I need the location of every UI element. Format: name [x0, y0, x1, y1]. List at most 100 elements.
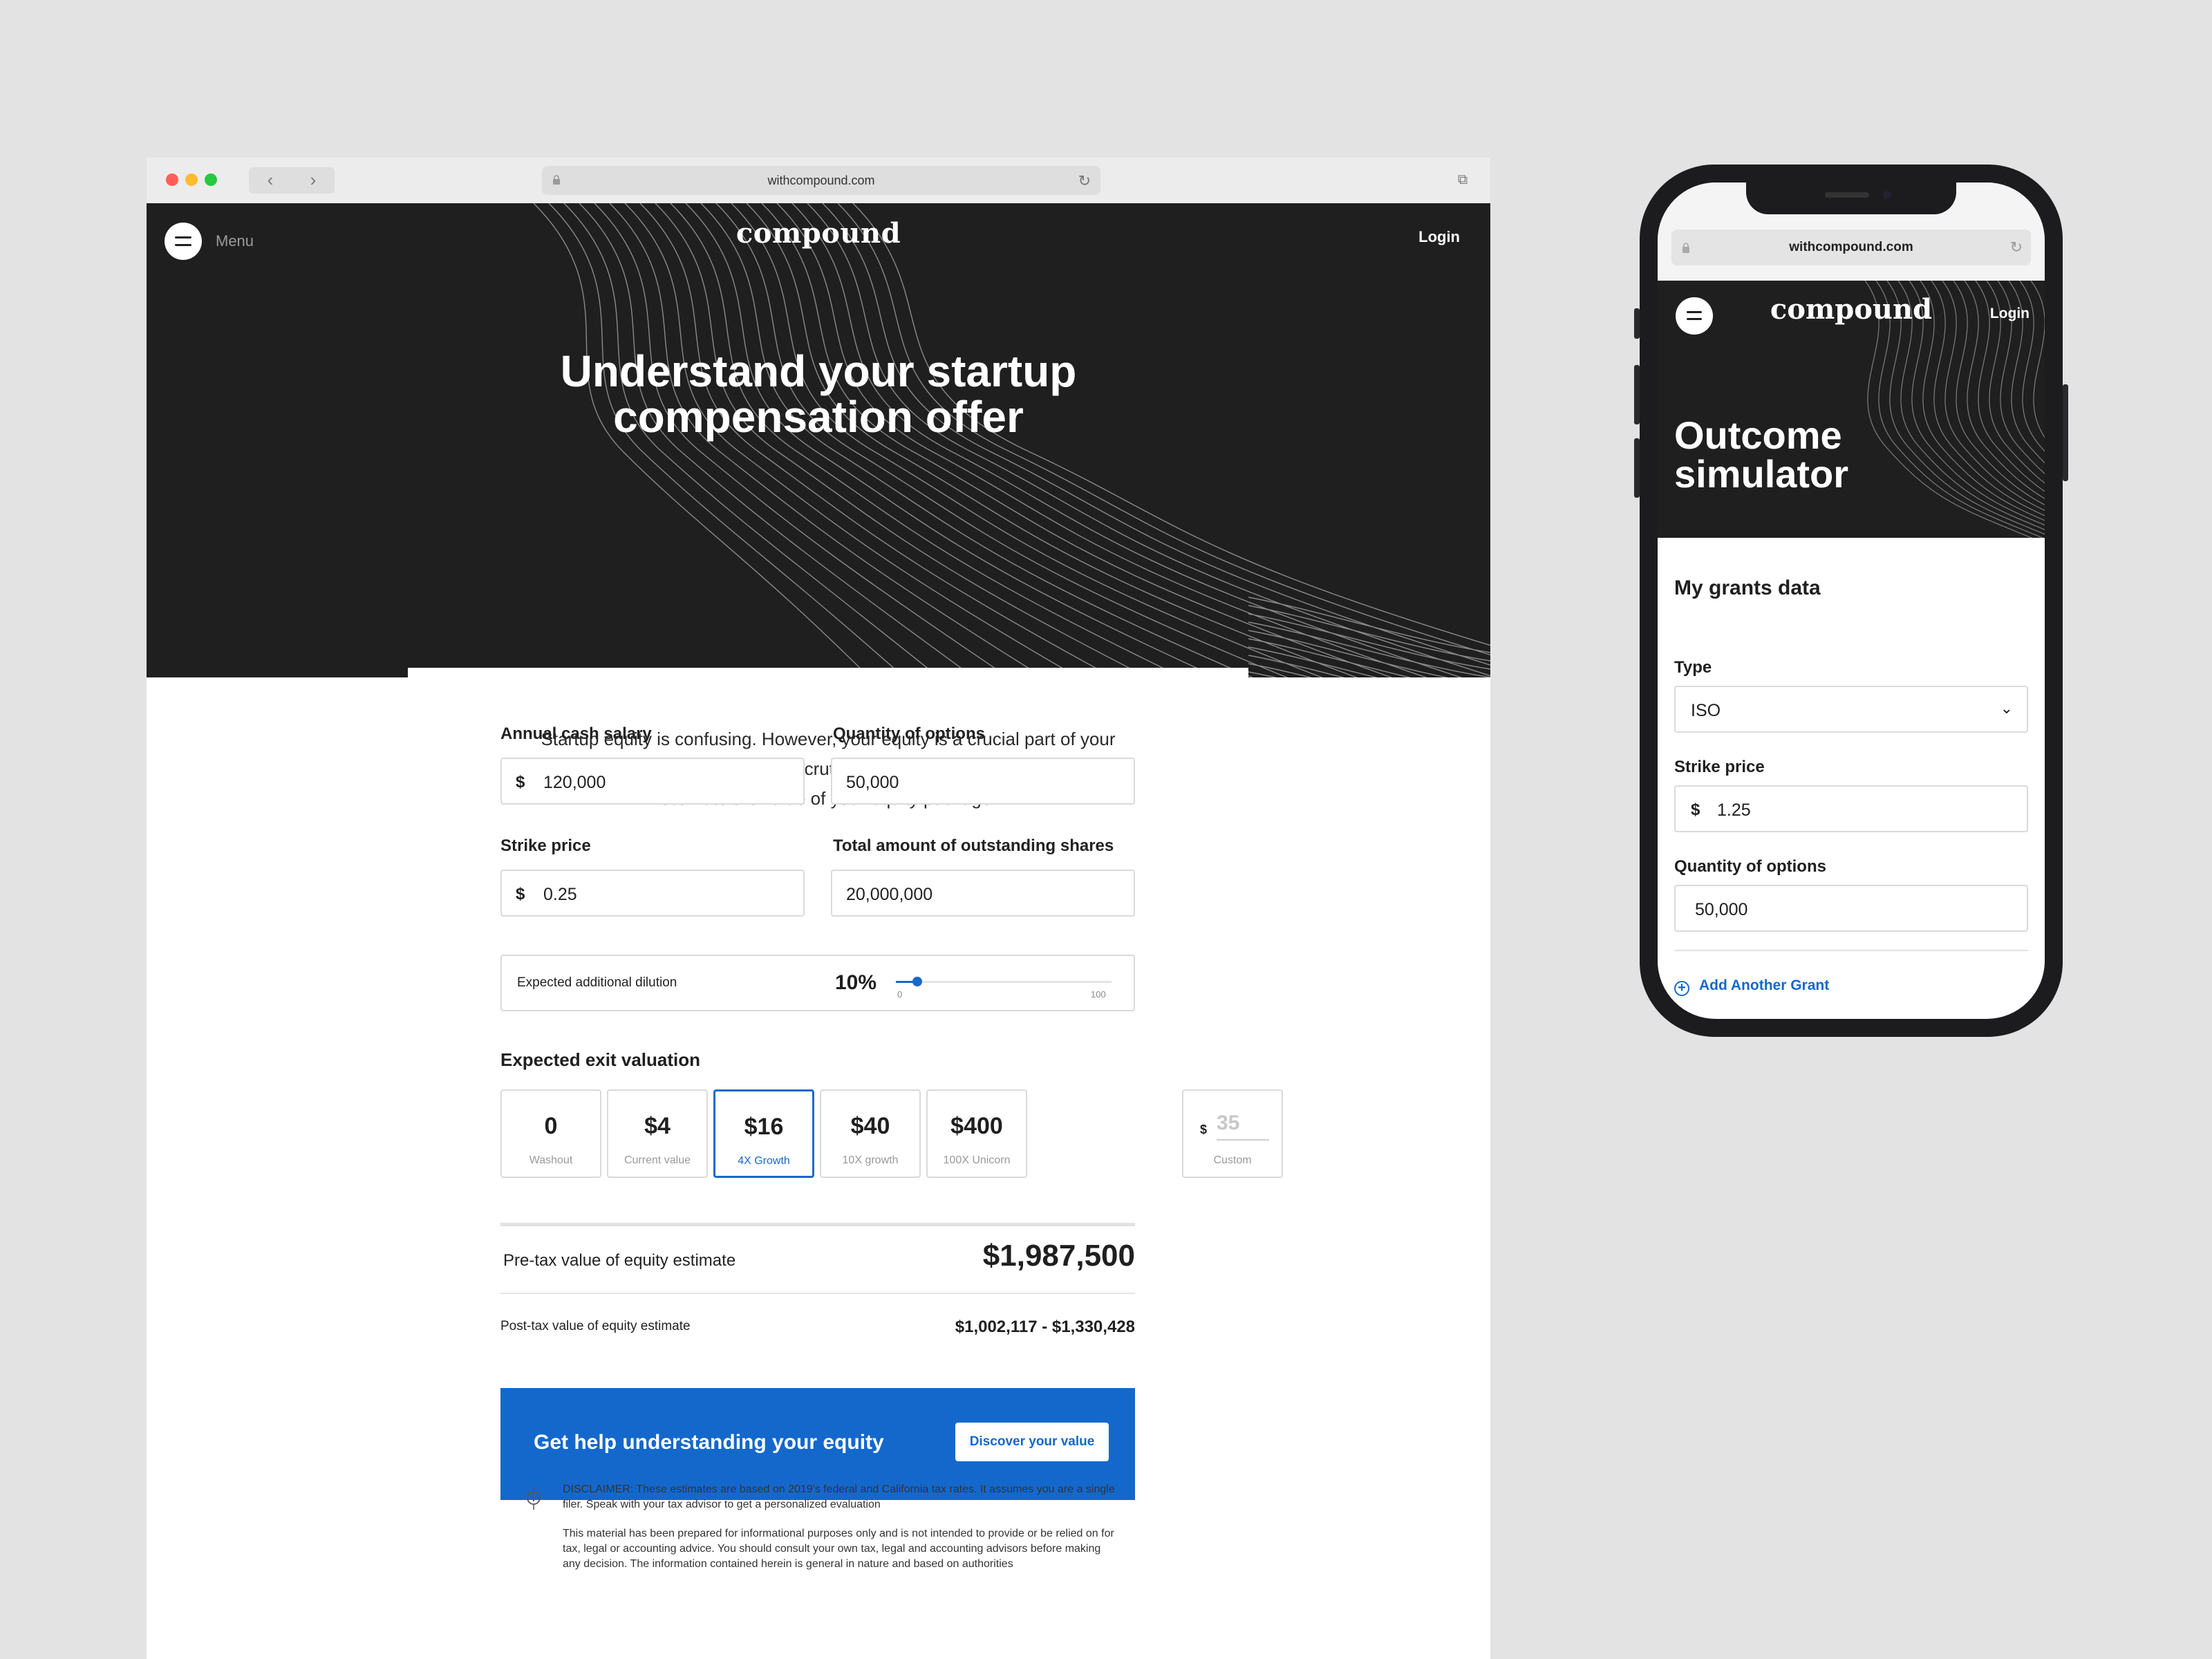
options-label: Quantity of options	[833, 724, 985, 743]
close-window-button[interactable]	[166, 174, 178, 186]
grants-section-title: My grants data	[1674, 577, 1821, 599]
currency-symbol: $	[1691, 800, 1700, 819]
phone-power-button	[2063, 384, 2068, 481]
phone-volume-up	[1634, 365, 1640, 424]
address-url: withcompound.com	[767, 174, 875, 187]
exit-option-sub: 100X Unicorn	[943, 1154, 1011, 1166]
exit-option-sub: Custom	[1213, 1154, 1252, 1166]
wave-line	[1248, 605, 1490, 662]
add-grant-label: Add Another Grant	[1699, 977, 1830, 993]
exit-option-sub: Current value	[624, 1154, 691, 1166]
strike-price-input[interactable]: $ 1.25	[1674, 785, 2028, 832]
phone-notch	[1746, 182, 1956, 214]
results-divider	[500, 1223, 1135, 1226]
exit-option[interactable]: $4 Current value	[607, 1089, 708, 1178]
type-value: ISO	[1691, 701, 1721, 720]
minimize-window-button[interactable]	[185, 174, 198, 186]
phone-mute-switch	[1634, 308, 1640, 339]
strike-price-input[interactable]: $ 0.25	[500, 870, 805, 917]
dilution-control: Expected additional dilution 10% 0 100	[500, 955, 1135, 1011]
strike-price-label: Strike price	[1674, 758, 1765, 776]
exit-option-value: $40	[850, 1113, 890, 1139]
disclaimer-text: DISCLAIMER: These estimates are based on…	[563, 1483, 1115, 1510]
mobile-title-line-1: Outcome	[1674, 413, 1842, 457]
dilution-slider[interactable]	[896, 977, 1112, 986]
address-bar[interactable]: withcompound.com ↻	[542, 166, 1100, 195]
dilution-label: Expected additional dilution	[517, 975, 677, 990]
page-title-line-1: Understand your startup	[560, 346, 1077, 396]
pretax-label: Pre-tax value of equity estimate	[503, 1251, 736, 1270]
strike-price-label: Strike price	[500, 836, 591, 855]
slider-thumb[interactable]	[912, 977, 923, 986]
options-label: Quantity of options	[1674, 857, 1826, 876]
wave-line	[1248, 655, 1345, 677]
compound-logo[interactable]: compound	[147, 217, 1490, 250]
outstanding-shares-value: 20,000,000	[846, 885, 933, 904]
plus-circle-icon: +	[1674, 981, 1689, 996]
info-icon	[527, 1486, 541, 1510]
options-value: 50,000	[1695, 900, 1748, 919]
exit-option[interactable]: $40 10X growth	[820, 1089, 921, 1178]
hero-section: Menu compound Login Understand your star…	[147, 203, 1490, 677]
mobile-address-url: withcompound.com	[1789, 240, 1913, 254]
slider-min: 0	[897, 989, 903, 1000]
currency-symbol: $	[1200, 1123, 1208, 1136]
add-grant-button[interactable]: + Add Another Grant	[1674, 977, 1829, 996]
mobile-phone-frame: withcompound.com ↻ compound Login Outcom…	[1634, 165, 2068, 1037]
maximize-window-button[interactable]	[205, 174, 217, 186]
slider-max: 100	[1091, 989, 1106, 1000]
forward-icon[interactable]: ›	[292, 167, 335, 194]
exit-option[interactable]: $16 4X Growth	[713, 1089, 814, 1178]
outstanding-shares-input[interactable]: 20,000,000	[831, 870, 1135, 917]
phone-volume-down	[1634, 438, 1640, 498]
salary-label: Annual cash salary	[500, 724, 652, 743]
exit-option-value: $4	[644, 1113, 671, 1139]
reload-icon[interactable]: ↻	[1078, 172, 1091, 190]
exit-option-sub: Washout	[529, 1154, 573, 1166]
posttax-value: $1,002,117 - $1,330,428	[955, 1318, 1135, 1336]
wave-line	[1248, 613, 1490, 670]
reload-icon[interactable]: ↻	[2010, 238, 2023, 256]
tabs-icon[interactable]: ⧉	[1452, 169, 1474, 191]
outstanding-shares-label: Total amount of outstanding shares	[833, 836, 1114, 855]
exit-option[interactable]: $400 100X Unicorn	[926, 1089, 1027, 1178]
chevron-down-icon: ⌄	[2000, 700, 2013, 717]
mobile-screen: withcompound.com ↻ compound Login Outcom…	[1658, 182, 2045, 1019]
mobile-title-line-2: simulator	[1674, 452, 1849, 496]
login-link[interactable]: Login	[1418, 228, 1460, 246]
exit-option-sub: 4X Growth	[738, 1155, 790, 1167]
currency-symbol: $	[516, 773, 525, 791]
exit-option-sub: 10X growth	[842, 1154, 899, 1166]
custom-valuation-input[interactable]: 35	[1217, 1112, 1269, 1141]
pretax-value: $1,987,500	[982, 1239, 1135, 1273]
options-input[interactable]: 50,000	[831, 758, 1135, 805]
exit-option[interactable]: 0 Washout	[500, 1089, 601, 1178]
mobile-page-title: Outcome simulator	[1674, 416, 1848, 494]
cta-text: Get help understanding your equity	[534, 1431, 884, 1454]
currency-symbol: $	[516, 885, 525, 903]
exit-option-value: 0	[544, 1113, 558, 1139]
exit-option-custom[interactable]: $ 35 Custom	[1182, 1089, 1283, 1178]
exit-valuation-title: Expected exit valuation	[500, 1049, 700, 1070]
strike-price-value: 1.25	[1717, 800, 1751, 820]
discover-value-button[interactable]: Discover your value	[955, 1423, 1109, 1461]
type-select[interactable]: ISO ⌄	[1674, 686, 2028, 733]
section-divider	[1674, 950, 2028, 951]
desktop-browser-window: ‹ › withcompound.com ↻ ⧉ Menu compound L…	[147, 158, 1490, 1659]
page-title: Understand your startup compensation off…	[147, 348, 1490, 440]
options-input[interactable]: 50,000	[1674, 885, 2028, 932]
back-icon[interactable]: ‹	[249, 167, 292, 194]
dilution-value: 10%	[835, 971, 877, 994]
compound-logo[interactable]: compound	[1658, 293, 2045, 326]
history-nav: ‹ ›	[249, 167, 335, 194]
browser-toolbar: ‹ › withcompound.com ↻ ⧉	[147, 158, 1490, 203]
salary-input[interactable]: $ 120,000	[500, 758, 805, 805]
type-label: Type	[1674, 658, 1712, 677]
exit-option-value: $400	[950, 1113, 1003, 1139]
salary-value: 120,000	[543, 773, 606, 792]
options-value: 50,000	[846, 773, 899, 792]
login-link[interactable]: Login	[1990, 306, 2030, 322]
posttax-label: Post-tax value of equity estimate	[500, 1319, 691, 1333]
mobile-address-bar[interactable]: withcompound.com ↻	[1671, 229, 2031, 265]
page-title-line-2: compensation offer	[613, 392, 1024, 442]
